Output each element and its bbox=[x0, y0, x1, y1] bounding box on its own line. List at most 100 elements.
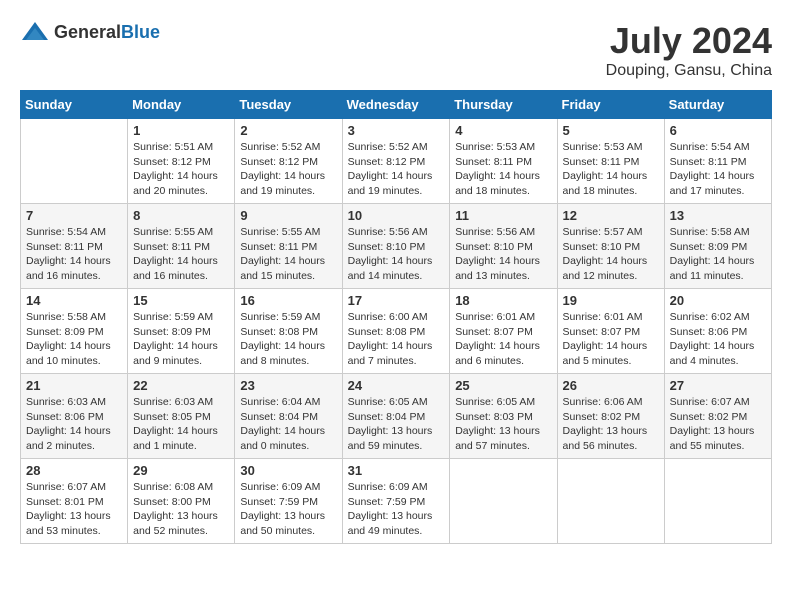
day-cell: 30 Sunrise: 6:09 AMSunset: 7:59 PMDayligh… bbox=[235, 459, 342, 544]
day-number: 15 bbox=[133, 293, 229, 308]
day-number: 18 bbox=[455, 293, 551, 308]
day-info: Sunrise: 5:54 AMSunset: 8:11 PMDaylight:… bbox=[26, 225, 122, 284]
day-cell: 9Sunrise: 5:55 AMSunset: 8:11 PMDaylight… bbox=[235, 204, 342, 289]
week-row-4: 21 Sunrise: 6:03 AMSunset: 8:06 PMDayligh… bbox=[21, 374, 772, 459]
day-cell: 2 Sunrise: 5:52 AMSunset: 8:12 PMDaylight… bbox=[235, 119, 342, 204]
day-number: 4 bbox=[455, 123, 551, 138]
logo: GeneralBlue bbox=[20, 20, 160, 44]
day-number: 1 bbox=[133, 123, 229, 138]
day-info: Sunrise: 6:07 AMSunset: 8:01 PMDaylight:… bbox=[26, 480, 122, 539]
day-info: Sunrise: 5:56 AMSunset: 8:10 PMDaylight:… bbox=[348, 225, 445, 284]
day-cell: 1 Sunrise: 5:51 AMSunset: 8:12 PMDaylight… bbox=[128, 119, 235, 204]
day-cell: 14 Sunrise: 5:58 AMSunset: 8:09 PMDayligh… bbox=[21, 289, 128, 374]
header-wednesday: Wednesday bbox=[342, 91, 450, 119]
day-info: Sunrise: 5:56 AMSunset: 8:10 PMDaylight:… bbox=[455, 225, 551, 284]
day-number: 31 bbox=[348, 463, 445, 478]
day-info: Sunrise: 6:00 AMSunset: 8:08 PMDaylight:… bbox=[348, 310, 445, 369]
day-number: 8 bbox=[133, 208, 229, 223]
day-cell: 24 Sunrise: 6:05 AMSunset: 8:04 PMDayligh… bbox=[342, 374, 450, 459]
logo-general: General bbox=[54, 22, 121, 42]
day-info: Sunrise: 6:01 AMSunset: 8:07 PMDaylight:… bbox=[455, 310, 551, 369]
day-info: Sunrise: 5:53 AMSunset: 8:11 PMDaylight:… bbox=[455, 140, 551, 199]
week-row-3: 14 Sunrise: 5:58 AMSunset: 8:09 PMDayligh… bbox=[21, 289, 772, 374]
day-cell: 4 Sunrise: 5:53 AMSunset: 8:11 PMDaylight… bbox=[450, 119, 557, 204]
day-number: 20 bbox=[670, 293, 766, 308]
day-cell: 6 Sunrise: 5:54 AMSunset: 8:11 PMDaylight… bbox=[664, 119, 771, 204]
day-number: 28 bbox=[26, 463, 122, 478]
day-info: Sunrise: 6:03 AMSunset: 8:06 PMDaylight:… bbox=[26, 395, 122, 454]
week-row-5: 28 Sunrise: 6:07 AMSunset: 8:01 PMDayligh… bbox=[21, 459, 772, 544]
day-info: Sunrise: 5:57 AMSunset: 8:10 PMDaylight:… bbox=[563, 225, 659, 284]
day-info: Sunrise: 5:59 AMSunset: 8:08 PMDaylight:… bbox=[240, 310, 336, 369]
day-number: 17 bbox=[348, 293, 445, 308]
location: Douping, Gansu, China bbox=[606, 62, 772, 80]
day-number: 11 bbox=[455, 208, 551, 223]
day-info: Sunrise: 6:05 AMSunset: 8:03 PMDaylight:… bbox=[455, 395, 551, 454]
day-number: 6 bbox=[670, 123, 766, 138]
day-number: 14 bbox=[26, 293, 122, 308]
logo-text: GeneralBlue bbox=[54, 22, 160, 43]
day-cell: 7Sunrise: 5:54 AMSunset: 8:11 PMDaylight… bbox=[21, 204, 128, 289]
day-cell: 15 Sunrise: 5:59 AMSunset: 8:09 PMDayligh… bbox=[128, 289, 235, 374]
header-friday: Friday bbox=[557, 91, 664, 119]
page-header: GeneralBlue July 2024 Douping, Gansu, Ch… bbox=[20, 20, 772, 80]
day-number: 16 bbox=[240, 293, 336, 308]
day-info: Sunrise: 6:09 AMSunset: 7:59 PMDaylight:… bbox=[348, 480, 445, 539]
day-cell: 17 Sunrise: 6:00 AMSunset: 8:08 PMDayligh… bbox=[342, 289, 450, 374]
day-cell: 31 Sunrise: 6:09 AMSunset: 7:59 PMDayligh… bbox=[342, 459, 450, 544]
header-tuesday: Tuesday bbox=[235, 91, 342, 119]
day-info: Sunrise: 5:53 AMSunset: 8:11 PMDaylight:… bbox=[563, 140, 659, 199]
day-number: 25 bbox=[455, 378, 551, 393]
header-sunday: Sunday bbox=[21, 91, 128, 119]
day-info: Sunrise: 6:09 AMSunset: 7:59 PMDaylight:… bbox=[240, 480, 336, 539]
day-cell: 10 Sunrise: 5:56 AMSunset: 8:10 PMDayligh… bbox=[342, 204, 450, 289]
day-cell: 13 Sunrise: 5:58 AMSunset: 8:09 PMDayligh… bbox=[664, 204, 771, 289]
week-row-1: 1 Sunrise: 5:51 AMSunset: 8:12 PMDaylight… bbox=[21, 119, 772, 204]
day-info: Sunrise: 5:55 AMSunset: 8:11 PMDaylight:… bbox=[133, 225, 229, 284]
day-info: Sunrise: 6:02 AMSunset: 8:06 PMDaylight:… bbox=[670, 310, 766, 369]
day-number: 9 bbox=[240, 208, 336, 223]
day-cell: 23Sunrise: 6:04 AMSunset: 8:04 PMDayligh… bbox=[235, 374, 342, 459]
day-info: Sunrise: 5:52 AMSunset: 8:12 PMDaylight:… bbox=[240, 140, 336, 199]
day-number: 21 bbox=[26, 378, 122, 393]
month-year: July 2024 bbox=[606, 20, 772, 62]
day-number: 3 bbox=[348, 123, 445, 138]
day-cell: 3 Sunrise: 5:52 AMSunset: 8:12 PMDaylight… bbox=[342, 119, 450, 204]
day-cell: 11 Sunrise: 5:56 AMSunset: 8:10 PMDayligh… bbox=[450, 204, 557, 289]
day-info: Sunrise: 6:03 AMSunset: 8:05 PMDaylight:… bbox=[133, 395, 229, 454]
day-info: Sunrise: 5:51 AMSunset: 8:12 PMDaylight:… bbox=[133, 140, 229, 199]
header-thursday: Thursday bbox=[450, 91, 557, 119]
logo-blue: Blue bbox=[121, 22, 160, 42]
day-info: Sunrise: 5:58 AMSunset: 8:09 PMDaylight:… bbox=[670, 225, 766, 284]
day-number: 22 bbox=[133, 378, 229, 393]
title-block: July 2024 Douping, Gansu, China bbox=[606, 20, 772, 80]
day-cell: 21 Sunrise: 6:03 AMSunset: 8:06 PMDayligh… bbox=[21, 374, 128, 459]
day-info: Sunrise: 5:52 AMSunset: 8:12 PMDaylight:… bbox=[348, 140, 445, 199]
day-cell: 29Sunrise: 6:08 AMSunset: 8:00 PMDayligh… bbox=[128, 459, 235, 544]
day-number: 2 bbox=[240, 123, 336, 138]
day-cell bbox=[450, 459, 557, 544]
day-info: Sunrise: 5:54 AMSunset: 8:11 PMDaylight:… bbox=[670, 140, 766, 199]
day-cell: 19Sunrise: 6:01 AMSunset: 8:07 PMDayligh… bbox=[557, 289, 664, 374]
day-number: 29 bbox=[133, 463, 229, 478]
day-cell: 22 Sunrise: 6:03 AMSunset: 8:05 PMDayligh… bbox=[128, 374, 235, 459]
day-cell bbox=[664, 459, 771, 544]
day-cell: 27Sunrise: 6:07 AMSunset: 8:02 PMDayligh… bbox=[664, 374, 771, 459]
day-info: Sunrise: 6:05 AMSunset: 8:04 PMDaylight:… bbox=[348, 395, 445, 454]
day-number: 12 bbox=[563, 208, 659, 223]
day-info: Sunrise: 5:59 AMSunset: 8:09 PMDaylight:… bbox=[133, 310, 229, 369]
day-cell: 28 Sunrise: 6:07 AMSunset: 8:01 PMDayligh… bbox=[21, 459, 128, 544]
day-number: 19 bbox=[563, 293, 659, 308]
day-cell: 20 Sunrise: 6:02 AMSunset: 8:06 PMDayligh… bbox=[664, 289, 771, 374]
day-number: 23 bbox=[240, 378, 336, 393]
day-number: 13 bbox=[670, 208, 766, 223]
header-saturday: Saturday bbox=[664, 91, 771, 119]
logo-icon bbox=[20, 20, 50, 44]
day-number: 5 bbox=[563, 123, 659, 138]
day-cell bbox=[557, 459, 664, 544]
calendar-table: SundayMondayTuesdayWednesdayThursdayFrid… bbox=[20, 90, 772, 544]
day-number: 30 bbox=[240, 463, 336, 478]
day-number: 10 bbox=[348, 208, 445, 223]
day-number: 24 bbox=[348, 378, 445, 393]
day-info: Sunrise: 5:58 AMSunset: 8:09 PMDaylight:… bbox=[26, 310, 122, 369]
